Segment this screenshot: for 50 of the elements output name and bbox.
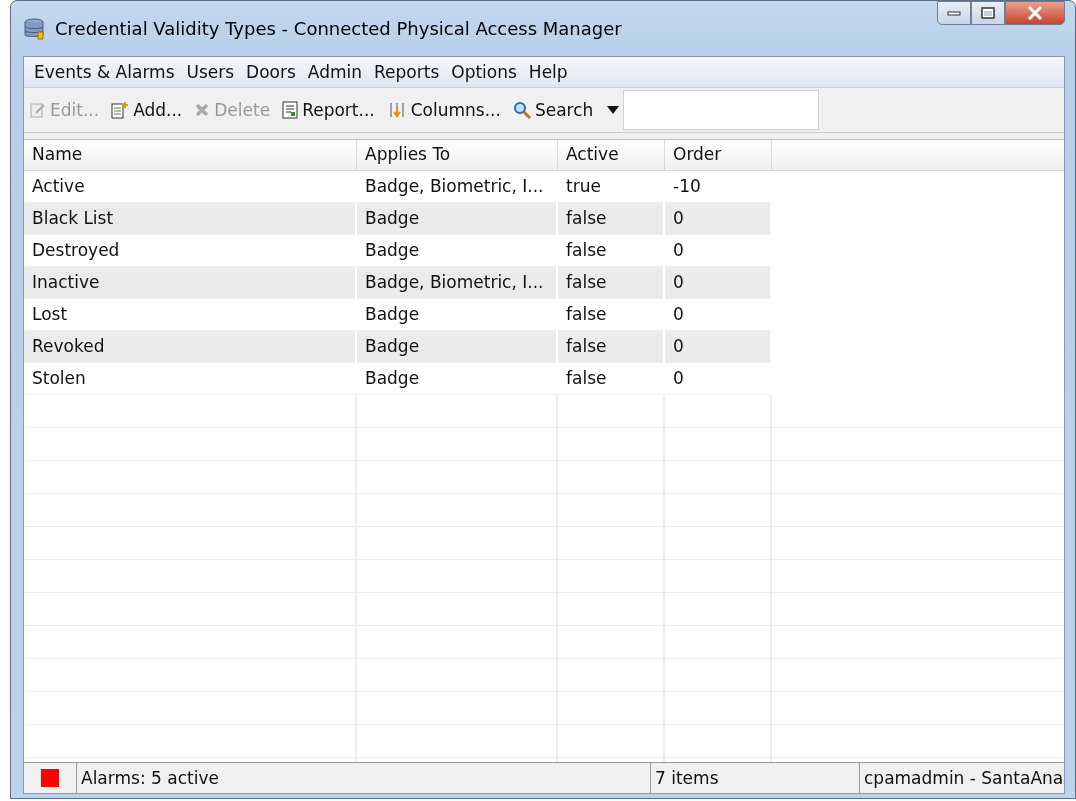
close-button[interactable] bbox=[1005, 1, 1065, 25]
table-cell: Inactive bbox=[24, 267, 357, 299]
table-cell: Revoked bbox=[24, 331, 357, 363]
maximize-button[interactable] bbox=[971, 1, 1005, 25]
user-status-text: cpamadmin - SantaAna bbox=[863, 767, 1064, 790]
menu-item[interactable]: Options bbox=[445, 60, 523, 84]
search-button[interactable]: Search bbox=[508, 98, 598, 122]
table-cell: 0 bbox=[665, 203, 772, 235]
item-count-text: 7 items bbox=[651, 763, 860, 793]
menu-item[interactable]: Admin bbox=[301, 60, 369, 84]
delete-x-icon bbox=[194, 102, 211, 118]
table-cell: Black List bbox=[24, 203, 357, 235]
table-cell: Badge bbox=[357, 331, 558, 363]
pencil-icon bbox=[30, 102, 46, 118]
search-field[interactable] bbox=[623, 90, 820, 130]
table-cell: false bbox=[558, 267, 665, 299]
add-document-icon bbox=[111, 101, 130, 119]
menu-item[interactable]: Events & Alarms bbox=[28, 60, 181, 84]
menu-item[interactable]: Reports bbox=[368, 60, 446, 84]
minimize-button[interactable] bbox=[937, 1, 971, 25]
minimize-icon bbox=[947, 10, 961, 16]
table-cell: Badge bbox=[357, 363, 558, 395]
table-cell: Badge, Biometric, I... bbox=[357, 267, 558, 299]
menu-item[interactable]: Help bbox=[522, 60, 574, 84]
table-cell: 0 bbox=[665, 363, 772, 395]
search-icon bbox=[512, 101, 531, 119]
maximize-icon bbox=[981, 7, 995, 19]
menu-item[interactable]: Doors bbox=[240, 60, 302, 84]
table-cell: false bbox=[558, 363, 665, 395]
column-header[interactable]: Order bbox=[665, 140, 772, 170]
dropdown-caret-icon[interactable] bbox=[607, 106, 620, 114]
table-cell: Stolen bbox=[24, 363, 357, 395]
table-cell: false bbox=[558, 203, 665, 235]
table-cell: 0 bbox=[665, 267, 772, 299]
table-cell: 0 bbox=[665, 331, 772, 363]
menu-item[interactable]: Users bbox=[180, 60, 241, 84]
window-title: Credential Validity Types - Connected Physical Access Manager bbox=[55, 18, 622, 39]
report-document-icon bbox=[282, 101, 299, 119]
alarm-indicator-icon bbox=[41, 769, 59, 787]
database-icon bbox=[23, 16, 47, 41]
column-header[interactable]: Name bbox=[24, 140, 357, 170]
add-button[interactable]: Add... bbox=[107, 98, 187, 122]
close-icon bbox=[1026, 6, 1044, 20]
column-header[interactable]: Applies To bbox=[357, 140, 558, 170]
column-header[interactable]: Active bbox=[558, 140, 665, 170]
alarm-status-text: Alarms: 5 active bbox=[77, 763, 651, 793]
table-cell: Badge bbox=[357, 203, 558, 235]
table-cell: false bbox=[558, 331, 665, 363]
report-button[interactable]: Report... bbox=[278, 98, 379, 122]
columns-button[interactable]: Columns... bbox=[382, 98, 505, 122]
